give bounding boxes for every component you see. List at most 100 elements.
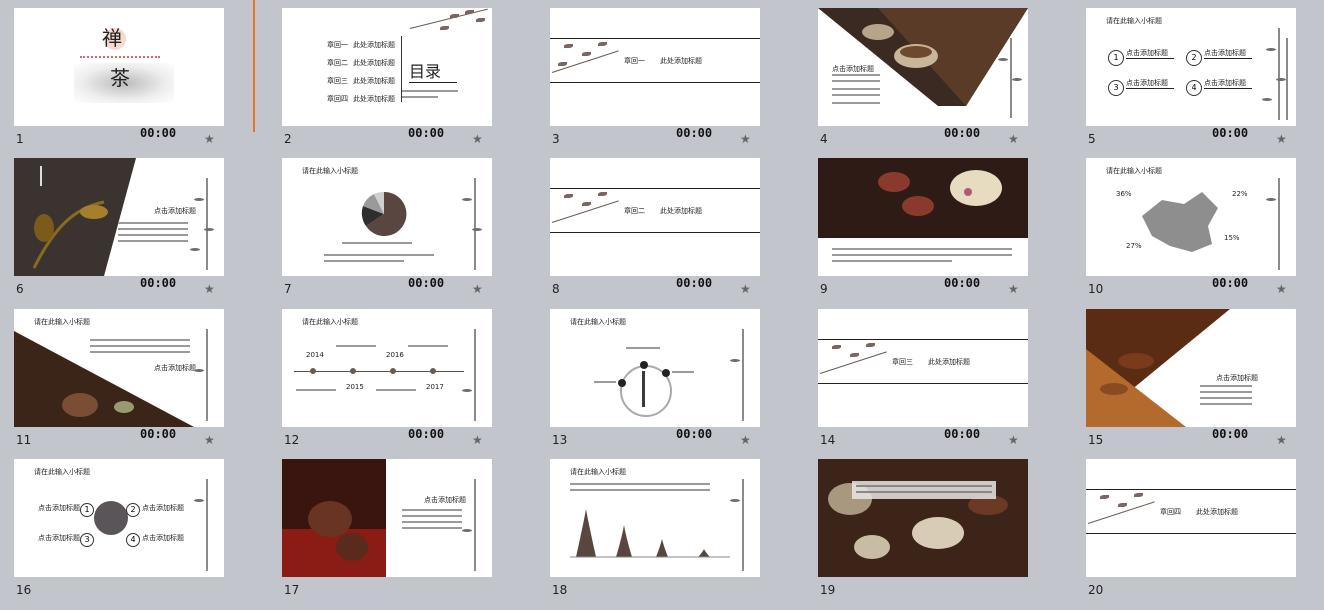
number-badge: 1: [80, 503, 94, 517]
number-badge: 4: [126, 533, 140, 547]
toc-divider: [401, 36, 402, 102]
number-badge: 2: [1186, 50, 1202, 66]
star-icon[interactable]: ★: [740, 433, 751, 447]
item-title: 点击添加标题: [38, 534, 80, 542]
timeline-year: 2016: [386, 351, 404, 359]
slide-thumbnail-8[interactable]: 章回二 此处添加标题 8 00:00 ★: [550, 158, 818, 309]
slide-thumbnail-13[interactable]: 请在此输入小标题 13 00:00 ★: [550, 309, 818, 460]
star-icon[interactable]: ★: [1276, 282, 1287, 296]
star-icon[interactable]: ★: [472, 132, 483, 146]
slide-canvas: 章回三 此处添加标题: [818, 309, 1028, 427]
toc-item-text: 此处添加标题: [353, 59, 395, 67]
chapter-label: 章回三: [892, 358, 913, 366]
slide-thumbnail-18[interactable]: 请在此输入小标题 18: [550, 459, 818, 610]
slide-thumbnail-3[interactable]: 章回一 此处添加标题 3 00:00 ★: [550, 8, 818, 159]
slide-thumbnail-12[interactable]: 请在此输入小标题 2014 2015 2016 2017 12 00:00 ★: [282, 309, 550, 460]
ink-branch: [818, 339, 898, 383]
star-icon[interactable]: ★: [1276, 132, 1287, 146]
slide-number: 18: [552, 583, 568, 597]
teapot-photo: [818, 158, 1028, 238]
star-icon[interactable]: ★: [472, 433, 483, 447]
slide-thumbnail-7[interactable]: 请在此输入小标题 7 00:00 ★: [282, 158, 550, 309]
slide-thumbnail-6[interactable]: 点击添加标题 6 00:00 ★: [14, 158, 282, 309]
chapter-label: 章回一: [624, 57, 645, 65]
star-icon[interactable]: ★: [1008, 433, 1019, 447]
slide-thumbnail-4[interactable]: 点击添加标题 4 00:00 ★: [818, 8, 1086, 159]
slide-number: 9: [820, 282, 828, 296]
map-percent: 36%: [1116, 190, 1132, 198]
red-dots: [80, 56, 160, 60]
slide-duration: 00:00: [676, 126, 713, 140]
slide-thumbnail-19[interactable]: 19: [818, 459, 1086, 610]
slide-thumbnail-20[interactable]: 章回四 此处添加标题 20: [1086, 459, 1324, 610]
slide-canvas: 请在此输入小标题 1 2 3 4 点击添加标题 点击添加标题 点击添加标题 点击…: [14, 459, 224, 577]
slide-subtitle: 请在此输入小标题: [570, 468, 626, 476]
slide-thumbnail-15[interactable]: 点击添加标题 15 00:00 ★: [1086, 309, 1324, 460]
slide-duration: 00:00: [1212, 427, 1249, 441]
number-badge: 4: [1186, 80, 1202, 96]
star-icon[interactable]: ★: [204, 132, 215, 146]
timeline-year: 2015: [346, 383, 364, 391]
star-icon[interactable]: ★: [740, 282, 751, 296]
star-icon[interactable]: ★: [740, 132, 751, 146]
slide-canvas: 点击添加标题: [818, 8, 1028, 126]
slide-subtitle: 请在此输入小标题: [34, 318, 90, 326]
slide-thumbnail-17[interactable]: 点击添加标题 17: [282, 459, 550, 610]
slide-subtitle: 请在此输入小标题: [302, 318, 358, 326]
chapter-title: 此处添加标题: [928, 358, 970, 366]
slide-subtitle: 请在此输入小标题: [570, 318, 626, 326]
slide-number: 10: [1088, 282, 1104, 296]
ink-branch: [409, 8, 492, 48]
slide-thumbnail-11[interactable]: 请在此输入小标题 点击添加标题 11 00:00 ★: [14, 309, 282, 460]
slide-subtitle: 请在此输入小标题: [34, 468, 90, 476]
item-title: 点击添加标题: [1204, 49, 1246, 57]
slide-thumbnail-10[interactable]: 请在此输入小标题 36% 22% 27% 15% 10 00:00 ★: [1086, 158, 1324, 309]
slide-thumbnail-5[interactable]: 请在此输入小标题 1 2 3 4 点击添加标题 点击添加标题 点击添加标题 点击…: [1086, 8, 1324, 159]
number-badge: 1: [1108, 50, 1124, 66]
toc-item-text: 此处添加标题: [353, 77, 395, 85]
number-badge: 3: [80, 533, 94, 547]
slide-number: 4: [820, 132, 828, 146]
slide-duration: 00:00: [408, 126, 445, 140]
tea-set-photo: [818, 459, 1028, 577]
item-title: 点击添加标题: [1204, 79, 1246, 87]
star-icon[interactable]: ★: [204, 433, 215, 447]
toc-heading: 目录: [409, 62, 442, 81]
slide-duration: 00:00: [944, 276, 981, 290]
slide-thumbnail-2[interactable]: 章回一 章回二 章回三 章回四 此处添加标题 此处添加标题 此处添加标题 此处添…: [282, 8, 550, 159]
star-icon[interactable]: ★: [1008, 132, 1019, 146]
title-zen: 禅: [102, 26, 122, 50]
slide-duration: 00:00: [944, 427, 981, 441]
star-icon[interactable]: ★: [1008, 282, 1019, 296]
slide-canvas: 禅 茶: [14, 8, 224, 126]
slide-duration: 00:00: [944, 126, 981, 140]
slide-number: 16: [16, 583, 32, 597]
slide-canvas: 请在此输入小标题: [550, 309, 760, 427]
slide-canvas: 请在此输入小标题 2014 2015 2016 2017: [282, 309, 492, 427]
slide-thumbnail-1[interactable]: 禅 茶 1 00:00 ★: [14, 8, 282, 159]
slide-number: 2: [284, 132, 292, 146]
tea-caddy-photo: [282, 459, 386, 577]
slide-number: 17: [284, 583, 300, 597]
slide-canvas: 请在此输入小标题 1 2 3 4 点击添加标题 点击添加标题 点击添加标题 点击…: [1086, 8, 1296, 126]
slide-duration: 00:00: [1212, 126, 1249, 140]
timeline-year: 2017: [426, 383, 444, 391]
slide-thumbnail-9[interactable]: 9 00:00 ★: [818, 158, 1086, 309]
star-icon[interactable]: ★: [472, 282, 483, 296]
title-tea: 茶: [110, 66, 130, 90]
slide-canvas: 章回一 章回二 章回三 章回四 此处添加标题 此处添加标题 此处添加标题 此处添…: [282, 8, 492, 126]
toc-item: 章回三: [327, 77, 348, 85]
star-icon[interactable]: ★: [1276, 433, 1287, 447]
star-icon[interactable]: ★: [204, 282, 215, 296]
slide-thumbnail-16[interactable]: 请在此输入小标题 1 2 3 4 点击添加标题 点击添加标题 点击添加标题 点击…: [14, 459, 282, 610]
slide-number: 15: [1088, 433, 1104, 447]
toc-item: 章回一: [327, 41, 348, 49]
slide-number: 14: [820, 433, 836, 447]
chapter-label: 章回四: [1160, 508, 1181, 516]
slide-thumbnail-14[interactable]: 章回三 此处添加标题 14 00:00 ★: [818, 309, 1086, 460]
slide-canvas: 点击添加标题: [14, 158, 224, 276]
slide-label: 点击添加标题: [1216, 374, 1258, 382]
slide-number: 13: [552, 433, 568, 447]
item-title: 点击添加标题: [142, 504, 184, 512]
slide-canvas: [818, 459, 1028, 577]
